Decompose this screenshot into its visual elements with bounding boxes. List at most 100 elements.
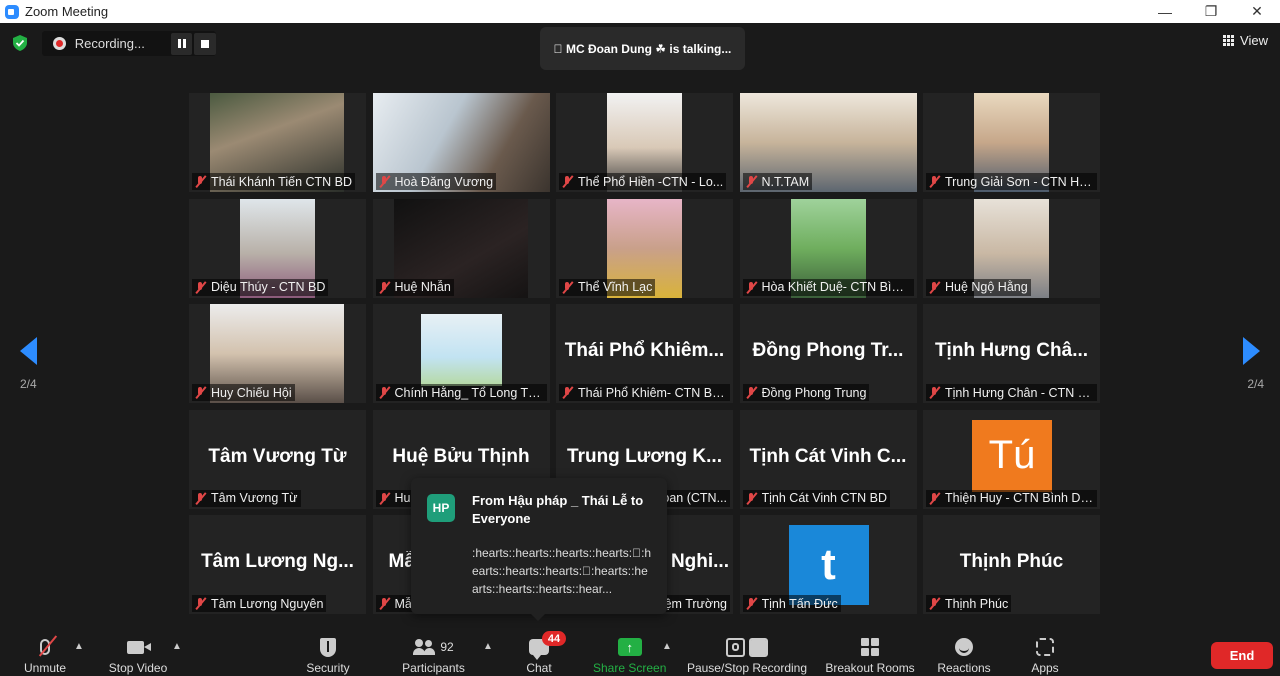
participant-tile[interactable]: Trung Giải Sơn - CTN Hà... (923, 93, 1100, 192)
stop-recording-button[interactable] (194, 32, 216, 55)
close-window-button[interactable]: ✕ (1234, 0, 1280, 23)
participant-avatar: t (788, 525, 869, 605)
participant-tile[interactable]: Hoà Đăng Vương (372, 93, 550, 192)
next-page-arrow-icon[interactable] (1243, 337, 1260, 365)
security-button[interactable]: Security (305, 636, 351, 675)
mic-muted-icon (378, 492, 391, 505)
participant-display-name: Tâm Vương Từ (208, 445, 347, 467)
participant-name-label: Tịnh Tấn Đức (742, 595, 841, 612)
participant-name-label: Thái Khánh Tiến CTN BD (192, 173, 356, 190)
participants-button[interactable]: 92 Participants (401, 636, 466, 675)
participant-tile[interactable]: Thái Phổ Khiêm... Thái Phổ Khiêm- CTN Bì… (556, 304, 733, 403)
participant-display-name: Tịnh Hưng Châ... (934, 340, 1089, 361)
mic-muted-icon (561, 281, 574, 294)
chat-unread-badge: 44 (542, 631, 566, 646)
participant-tile[interactable]: N.T.TAM (739, 93, 917, 192)
stop-icon (201, 39, 210, 48)
participant-name-label: Thịnh Phúc (926, 595, 1012, 612)
participant-name-label: Chính Hằng_ Tổ Long Th... (375, 384, 547, 401)
mic-muted-icon (194, 492, 207, 505)
mic-muted-icon (745, 281, 758, 294)
participant-tile[interactable]: Huệ Nhẫn (372, 198, 550, 298)
participant-tile[interactable]: Tú Thiện Huy - CTN Bình Dư... (923, 409, 1100, 509)
encryption-shield-icon[interactable] (12, 35, 28, 51)
page-indicator-left: 2/4 (20, 377, 37, 391)
recording-label: Recording... (74, 36, 145, 51)
participant-display-name: Đồng Phong Tr... (752, 340, 904, 361)
participant-tile[interactable]: Tịnh Cát Vinh C... Tịnh Cát Vinh CTN BD (739, 409, 917, 509)
apps-button[interactable]: Apps (1030, 636, 1060, 675)
minimize-button[interactable]: — (1142, 0, 1188, 23)
view-button[interactable]: View (1223, 33, 1268, 48)
mic-muted-icon (378, 281, 391, 294)
pause-recording-button[interactable] (170, 32, 193, 55)
participant-tile[interactable]: Thái Khánh Tiến CTN BD (189, 93, 366, 192)
mic-muted-icon (928, 492, 941, 505)
pause-icon (177, 39, 186, 48)
mic-muted-icon (38, 635, 58, 658)
pause-stop-recording-button[interactable]: Pause/Stop Recording (686, 636, 808, 675)
mic-muted-icon (561, 175, 574, 188)
participant-tile[interactable]: Huệ Ngộ Hằng (923, 198, 1100, 298)
security-shield-icon (305, 636, 351, 658)
restore-button[interactable]: ❐ (1188, 0, 1234, 23)
end-meeting-button[interactable]: End (1211, 642, 1273, 669)
reactions-smile-icon (937, 636, 991, 658)
participant-tile[interactable]: Huy Chiếu Hội (189, 304, 366, 403)
participant-tile[interactable]: Hòa Khiết Duệ- CTN Bình... (739, 198, 917, 298)
share-options-chevron-icon[interactable]: ▲ (662, 641, 672, 652)
video-camera-icon (108, 636, 168, 658)
mic-muted-icon (928, 386, 941, 399)
window-controls: — ❐ ✕ (1142, 0, 1280, 23)
mic-muted-icon (194, 386, 207, 399)
unmute-button[interactable]: Unmute (24, 635, 66, 675)
mic-muted-icon (745, 597, 758, 610)
share-screen-button[interactable]: ↑ Share Screen (593, 636, 666, 675)
previous-page-arrow-icon[interactable] (20, 337, 37, 365)
participant-name-label: Diệu Thúy - CTN BD (192, 278, 329, 296)
stop-video-button[interactable]: Stop Video (108, 636, 168, 675)
participant-avatar-image (420, 314, 502, 386)
participant-tile[interactable]: Đồng Phong Tr... Đồng Phong Trung (739, 304, 917, 403)
mic-muted-icon (194, 597, 207, 610)
participant-name-label: Đồng Phong Trung (742, 384, 870, 401)
participant-display-name: Tâm Lương Ng... (201, 551, 354, 572)
participant-name-label: Thể Vĩnh Lạc (559, 278, 656, 296)
participant-tile[interactable]: Thể Vĩnh Lạc (556, 198, 733, 298)
participant-name-label: Huệ Ngộ Hằng (926, 278, 1031, 296)
mic-muted-icon (378, 386, 391, 399)
audio-options-chevron-icon[interactable]: ▲ (74, 641, 84, 652)
chat-sender: From Hậu pháp _ Thái Lễ to Everyone (472, 493, 644, 526)
participant-tile[interactable]: t Tịnh Tấn Đức (739, 515, 917, 614)
participant-tile[interactable]: Tịnh Hưng Châ... Tịnh Hưng Chân - CTN Bì… (923, 304, 1100, 403)
page-indicator-right: 2/4 (1247, 377, 1264, 391)
participant-name-label: Thái Phổ Khiêm- CTN Bìn... (559, 384, 730, 401)
participant-tile[interactable]: Thịnh Phúc Thịnh Phúc (923, 515, 1100, 614)
participant-avatar: Tú (972, 419, 1052, 492)
participant-tile[interactable]: Diệu Thúy - CTN BD (189, 198, 366, 298)
participant-tile[interactable]: Thể Phổ Hiền -CTN - Lo... (556, 93, 733, 192)
window-title: Zoom Meeting (25, 4, 109, 19)
sender-avatar: HP (427, 494, 455, 522)
participant-tile[interactable]: Tâm Vương Từ Tâm Vương Từ (189, 409, 366, 509)
participant-name-label: Trung Giải Sơn - CTN Hà... (926, 173, 1097, 190)
video-options-chevron-icon[interactable]: ▲ (172, 641, 182, 652)
participant-display-name: Huệ Bửu Thịnh (392, 445, 530, 467)
active-speaker-banner:   MC Đoan Dung ☘ is talking... (540, 27, 745, 70)
chat-notification[interactable]: HP From Hậu pháp _ Thái Lễ to Everyone :… (411, 478, 667, 621)
participant-tile[interactable]: Tâm Lương Ng... Tâm Lương Nguyên (189, 515, 366, 614)
mic-muted-icon (745, 492, 758, 505)
participant-display-name: Tịnh Cát Vinh C... (749, 445, 907, 467)
reactions-button[interactable]: Reactions (937, 636, 991, 675)
breakout-rooms-button[interactable]: Breakout Rooms (825, 636, 915, 675)
meeting-toolbar: Unmute ▲ Stop Video ▲ Security 92 Partic… (0, 628, 1280, 676)
mic-muted-icon (561, 386, 574, 399)
participant-name-label: Tịnh Hưng Chân - CTN Bì... (926, 384, 1097, 401)
participant-name-label: Tịnh Cát Vinh CTN BD (742, 489, 891, 507)
grid-view-icon (1223, 35, 1235, 46)
participants-options-chevron-icon[interactable]: ▲ (483, 641, 493, 652)
view-label: View (1240, 33, 1268, 48)
mic-muted-icon (928, 597, 941, 610)
chat-message-preview: :hearts::hearts::hearts::hearts: :hearts… (472, 546, 652, 596)
participant-tile[interactable]: Chính Hằng_ Tổ Long Th... (372, 304, 550, 403)
